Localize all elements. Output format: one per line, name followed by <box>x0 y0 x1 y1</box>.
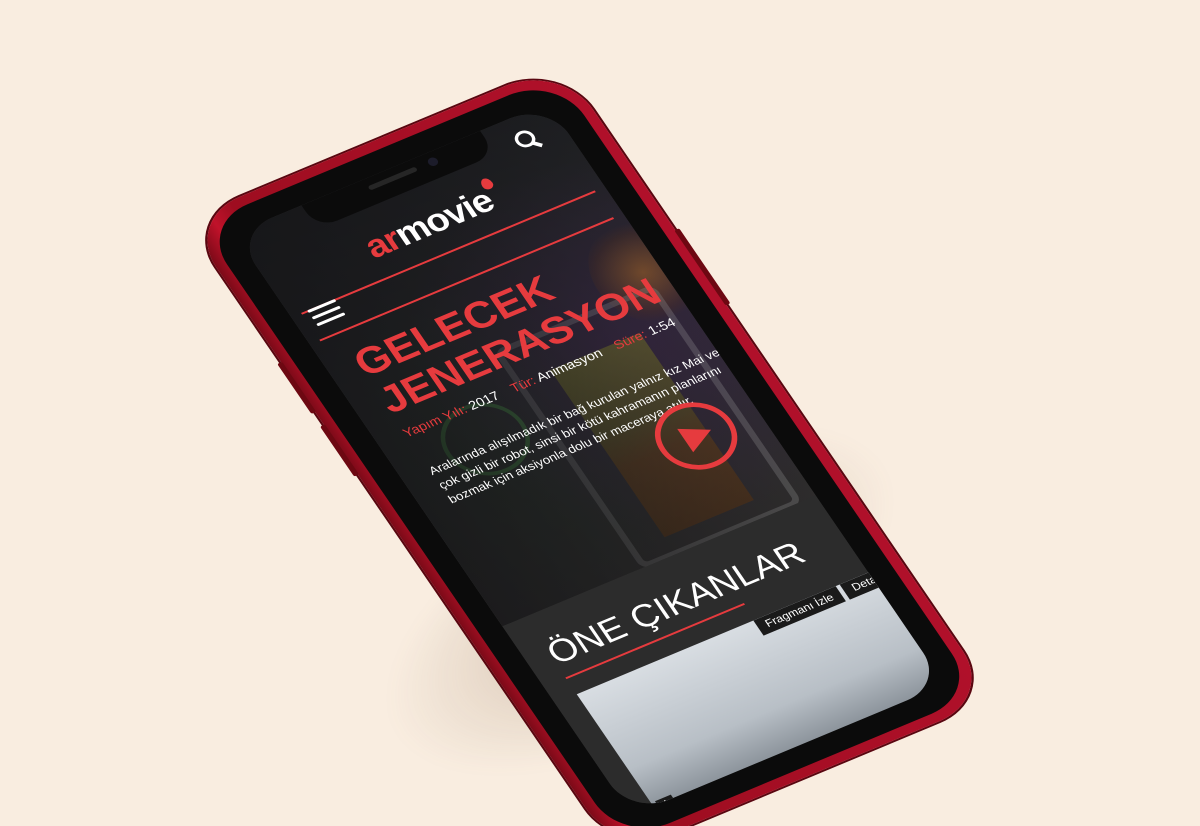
trailer-button[interactable]: Fragmanı İzle <box>753 586 847 636</box>
detail-button[interactable]: Detay <box>839 570 895 600</box>
scene: armovie GELECEK JENERASYON Yapım Yılı: 2… <box>0 0 1200 826</box>
play-icon <box>677 418 719 453</box>
search-icon-handle <box>531 141 543 148</box>
speaker <box>367 166 419 191</box>
add-button[interactable]: + <box>654 794 680 815</box>
front-camera <box>425 156 440 168</box>
